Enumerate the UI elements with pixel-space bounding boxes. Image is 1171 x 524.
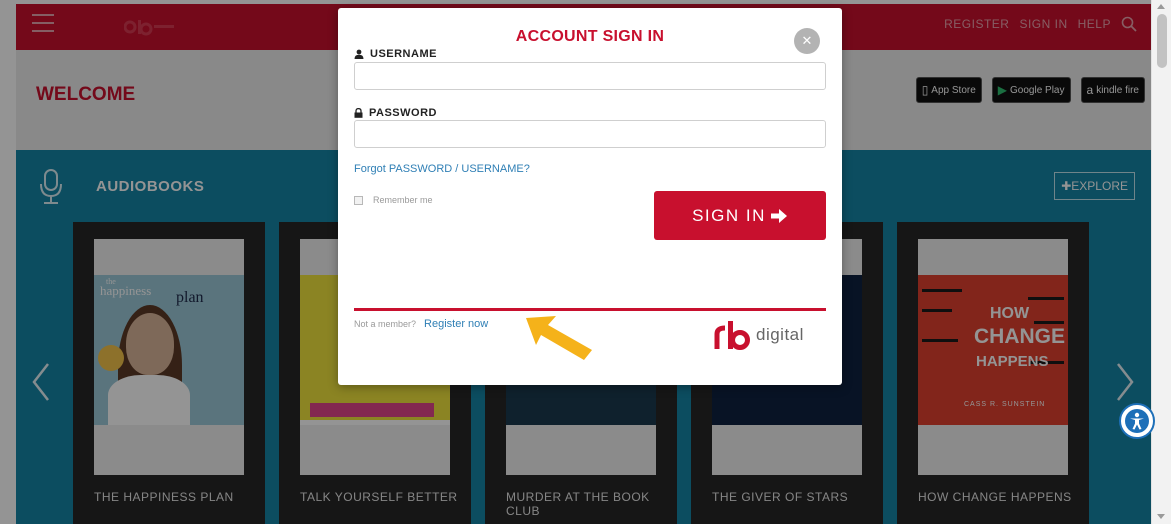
accessibility-icon [1125,409,1149,433]
modal-title: ACCOUNT SIGN IN [515,28,665,45]
page-scrollbar[interactable] [1151,0,1171,524]
sign-in-button[interactable]: SIGN IN [654,191,826,240]
password-label: PASSWORD [369,107,437,119]
sign-in-label: SIGN IN [692,205,766,225]
password-label-row: PASSWORD [354,107,437,119]
username-label: USERNAME [370,48,437,60]
remember-me-row: Remember me [354,195,433,205]
rb-logo-mark-icon [714,321,750,350]
username-input[interactable] [354,62,826,90]
scroll-down-icon[interactable] [1157,514,1165,519]
register-now-link[interactable]: Register now [424,318,488,330]
remember-me-checkbox[interactable] [354,195,363,205]
scroll-up-icon[interactable] [1157,4,1165,9]
logo-word-digital: digital [756,325,804,344]
password-input[interactable] [354,120,826,148]
lock-icon [354,108,363,118]
pointer-arrow-icon [526,316,592,360]
not-member-text: Not a member? [354,319,417,329]
close-modal-button[interactable]: ✕ [794,28,820,54]
register-prompt: Not a member? Register now [354,318,488,330]
accessibility-button[interactable] [1119,403,1155,439]
rbdigital-logo: digital [714,320,804,350]
username-label-row: USERNAME [354,48,437,60]
forgot-credentials-link[interactable]: Forgot PASSWORD / USERNAME? [354,163,530,175]
browser-viewport: REGISTER SIGN IN HELP WELCOME ▯ App Stor… [0,0,1171,524]
scrollbar-thumb[interactable] [1157,14,1167,68]
modal-divider [354,308,826,311]
close-icon: ✕ [801,33,813,48]
user-icon [354,49,364,59]
arrow-right-icon [770,208,787,223]
remember-me-label[interactable]: Remember me [373,195,433,205]
